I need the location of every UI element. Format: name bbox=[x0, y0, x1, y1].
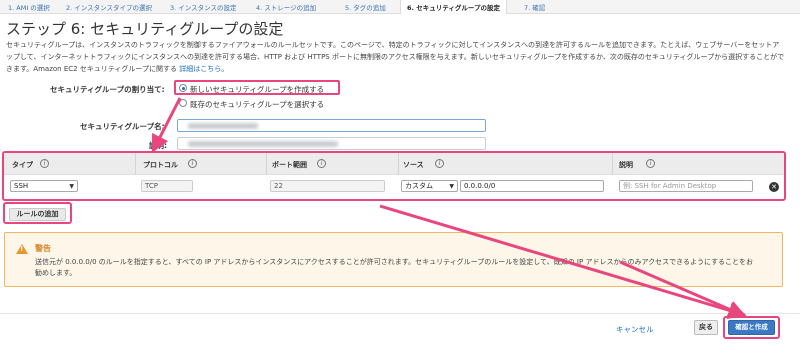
warning-title: 警告 bbox=[35, 244, 51, 253]
chevron-down-icon: ▼ bbox=[449, 183, 454, 190]
description-text: セキュリティグループは、インスタンスのトラフィックを制御するファイアウォールのル… bbox=[6, 41, 785, 73]
radio-new-group-label[interactable]: 新しいセキュリティグループを作成する bbox=[190, 84, 324, 95]
info-icon[interactable]: i bbox=[646, 159, 655, 168]
group-description-input[interactable] bbox=[177, 137, 486, 150]
tab-review[interactable]: 7. 確認 bbox=[524, 2, 545, 12]
tab-instance-config[interactable]: 3. インスタンスの設定 bbox=[170, 2, 237, 12]
review-launch-highlight: 確認と作成 bbox=[723, 316, 780, 339]
col-source: ソース bbox=[403, 161, 424, 169]
wizard-tabs: 1. AMI の選択 2. インスタンスタイプの選択 3. インスタンスの設定 … bbox=[0, 0, 800, 14]
assign-label: セキュリティグループの割り当て: bbox=[50, 85, 165, 94]
page-title: ステップ 6: セキュリティグループの設定 bbox=[6, 20, 284, 38]
radio-new-group[interactable] bbox=[179, 84, 187, 92]
page-description: セキュリティグループは、インスタンスのトラフィックを制御するファイアウォールのル… bbox=[6, 39, 786, 75]
port-range-field: 22 bbox=[270, 180, 385, 192]
remove-rule-icon[interactable]: ✕ bbox=[769, 182, 779, 192]
source-select[interactable]: カスタム ▼ bbox=[401, 180, 458, 192]
warning-icon: ! bbox=[16, 244, 28, 254]
radio-existing-group[interactable] bbox=[179, 99, 187, 107]
group-name-label: セキュリティグループ名: bbox=[80, 122, 165, 131]
learn-more-link[interactable]: 詳細はこちら bbox=[179, 65, 221, 73]
col-description: 説明 bbox=[619, 161, 633, 169]
column-divider bbox=[612, 153, 613, 175]
type-select[interactable]: SSH ▼ bbox=[10, 180, 78, 192]
tab-storage[interactable]: 4. ストレージの追加 bbox=[256, 2, 316, 12]
type-value: SSH bbox=[14, 182, 29, 190]
col-type: タイプ bbox=[12, 161, 33, 169]
group-name-input[interactable] bbox=[177, 119, 486, 132]
source-mode-value: カスタム bbox=[405, 182, 433, 190]
protocol-field: TCP bbox=[141, 180, 193, 192]
info-icon[interactable]: i bbox=[317, 159, 326, 168]
cancel-link[interactable]: キャンセル bbox=[616, 324, 654, 335]
group-description-label: 説明: bbox=[149, 141, 167, 150]
rules-header: タイプ i プロトコル i ポート範囲 i ソース i 説明 i bbox=[4, 153, 784, 175]
tab-ami[interactable]: 1. AMI の選択 bbox=[8, 2, 50, 12]
redacted-group-name bbox=[188, 123, 258, 129]
tab-tags[interactable]: 5. タグの追加 bbox=[345, 2, 386, 12]
redacted-group-description bbox=[188, 141, 338, 147]
col-port-range: ポート範囲 bbox=[272, 161, 307, 169]
column-divider bbox=[135, 153, 136, 175]
footer-divider bbox=[0, 313, 800, 314]
warning-box: ! 警告 送信元が 0.0.0.0/0 のルールを指定すると、すべての IP ア… bbox=[4, 232, 783, 287]
description-suffix: 。 bbox=[221, 65, 229, 73]
info-icon[interactable]: i bbox=[40, 159, 49, 168]
radio-existing-group-label[interactable]: 既存のセキュリティグループを選択する bbox=[190, 99, 324, 110]
tab-security-group[interactable]: 6. セキュリティグループの設定 bbox=[400, 0, 507, 14]
info-icon[interactable]: i bbox=[188, 159, 197, 168]
tab-instance-type[interactable]: 2. インスタンスタイプの選択 bbox=[66, 2, 152, 12]
back-button[interactable]: 戻る bbox=[694, 320, 718, 335]
source-cidr-input[interactable]: 0.0.0.0/0 bbox=[460, 180, 604, 192]
rules-table: タイプ i プロトコル i ポート範囲 i ソース i 説明 i SSH ▼ T… bbox=[2, 151, 786, 201]
add-rule-highlight: ルールの追加 bbox=[3, 202, 72, 224]
column-divider bbox=[398, 153, 399, 175]
col-protocol: プロトコル bbox=[143, 161, 178, 169]
review-launch-button[interactable]: 確認と作成 bbox=[728, 320, 775, 335]
rule-description-input[interactable]: 例: SSH for Admin Desktop bbox=[619, 180, 753, 192]
chevron-down-icon: ▼ bbox=[69, 183, 74, 190]
warning-text: 送信元が 0.0.0.0/0 のルールを指定すると、すべての IP アドレスから… bbox=[35, 258, 754, 277]
add-rule-button[interactable]: ルールの追加 bbox=[9, 208, 66, 221]
info-icon[interactable]: i bbox=[435, 159, 444, 168]
column-divider bbox=[266, 153, 267, 175]
